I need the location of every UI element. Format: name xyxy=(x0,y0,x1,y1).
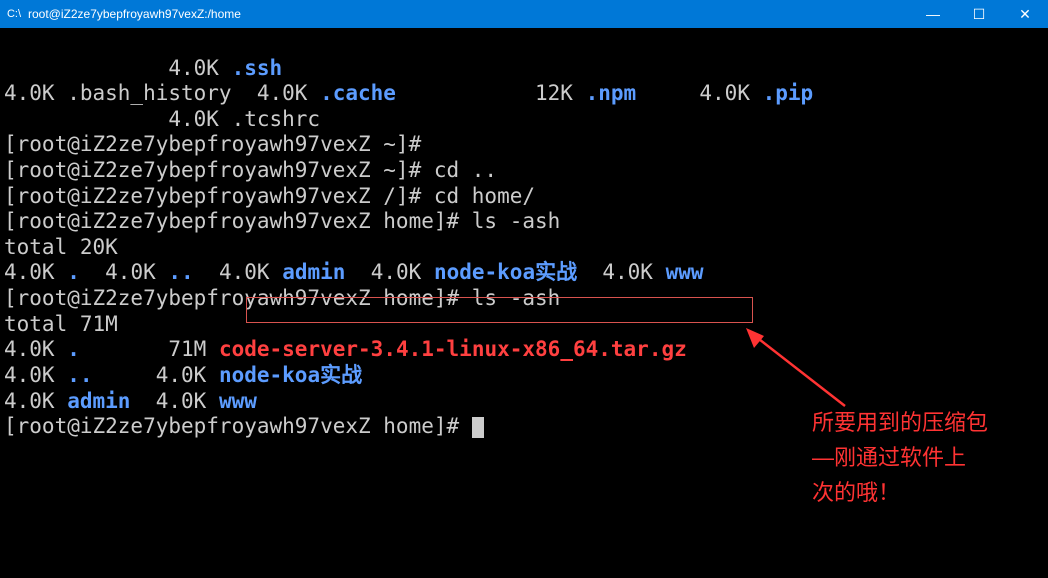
dir-dotdot: .. xyxy=(67,363,92,387)
text: 4.0K xyxy=(4,260,67,284)
dir-www: www xyxy=(219,389,257,413)
text: 4.0K xyxy=(636,81,762,105)
dir-cache: .cache xyxy=(320,81,396,105)
maximize-button[interactable]: ☐ xyxy=(956,0,1002,28)
prompt-line: [root@iZ2ze7ybepfroyawh97vexZ ~]# xyxy=(4,132,421,156)
text: 4.0K xyxy=(4,56,232,80)
dir-dot: . xyxy=(67,337,80,361)
dir-pip: .pip xyxy=(763,81,814,105)
text: 71M xyxy=(80,337,219,361)
dir-ssh: .ssh xyxy=(232,56,283,80)
window-controls: — ☐ ✕ xyxy=(910,0,1048,28)
text: 4.0K xyxy=(4,363,67,387)
dir-admin: admin xyxy=(67,389,130,413)
text: total 71M xyxy=(4,312,118,336)
prompt-line: [root@iZ2ze7ybepfroyawh97vexZ home]# xyxy=(4,414,472,438)
annotation-text: 所要用到的压缩包 —刚通过软件上 次的哦！ xyxy=(812,405,988,511)
text: total 20K xyxy=(4,235,118,259)
dir-dot: . xyxy=(67,260,80,284)
text: 4.0K .bash_history 4.0K xyxy=(4,81,320,105)
annotation-line: —刚通过软件上 xyxy=(812,440,988,475)
dir-npm: .npm xyxy=(586,81,637,105)
file-tar-gz: code-server-3.4.1-linux-x86_64.tar.gz xyxy=(219,337,687,361)
prompt-line: [root@iZ2ze7ybepfroyawh97vexZ home]# ls … xyxy=(4,286,560,310)
text: 4.0K xyxy=(345,260,434,284)
dir-node-koa: node-koa实战 xyxy=(219,363,362,387)
annotation-line: 次的哦！ xyxy=(812,475,988,510)
annotation-line: 所要用到的压缩包 xyxy=(812,405,988,440)
cursor xyxy=(472,417,484,438)
close-button[interactable]: ✕ xyxy=(1002,0,1048,28)
dir-dotdot: .. xyxy=(168,260,193,284)
minimize-button[interactable]: — xyxy=(910,0,956,28)
prompt-line: [root@iZ2ze7ybepfroyawh97vexZ home]# ls … xyxy=(4,209,560,233)
window-title: root@iZ2ze7ybepfroyawh97vexZ:/home xyxy=(28,7,910,21)
text: 4.0K xyxy=(4,389,67,413)
prompt-line: [root@iZ2ze7ybepfroyawh97vexZ /]# cd hom… xyxy=(4,184,535,208)
dir-www: www xyxy=(666,260,704,284)
text: 4.0K xyxy=(80,260,169,284)
text: 4.0K xyxy=(577,260,666,284)
text: 4.0K xyxy=(93,363,219,387)
terminal-app-icon: C:\ xyxy=(6,6,22,22)
dir-node-koa: node-koa实战 xyxy=(434,260,577,284)
prompt-line: [root@iZ2ze7ybepfroyawh97vexZ ~]# cd .. xyxy=(4,158,497,182)
text: 4.0K xyxy=(130,389,219,413)
dir-admin: admin xyxy=(282,260,345,284)
text: 4.0K xyxy=(4,337,67,361)
terminal-output[interactable]: 4.0K .ssh 4.0K .bash_history 4.0K .cache… xyxy=(0,28,1048,442)
text: 4.0K xyxy=(194,260,283,284)
window-titlebar: C:\ root@iZ2ze7ybepfroyawh97vexZ:/home —… xyxy=(0,0,1048,28)
text: 12K xyxy=(396,81,586,105)
text: 4.0K .tcshrc xyxy=(4,107,320,131)
